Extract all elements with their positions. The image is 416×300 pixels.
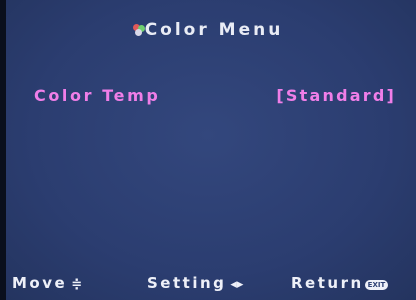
menu-item-color-temp[interactable]: Color Temp [Standard]	[0, 86, 416, 110]
color-temp-label: Color Temp	[34, 86, 161, 105]
left-right-arrows-icon: ◂▸	[230, 277, 244, 292]
return-hint: Return EXIT	[291, 274, 389, 292]
exit-button-icon: EXIT	[364, 280, 389, 290]
setting-hint: Setting ◂▸	[147, 274, 243, 292]
osd-screen: Color Menu Color Temp [Standard] Move ≑ S…	[0, 0, 416, 300]
menu-title: Color Menu	[0, 20, 416, 40]
color-palette-icon	[132, 24, 145, 36]
footer-hints: Move ≑ Setting ◂▸ Return EXIT	[0, 274, 416, 296]
menu-title-text: Color Menu	[144, 20, 284, 40]
move-hint: Move ≑	[12, 274, 82, 292]
setting-label: Setting	[147, 274, 227, 292]
move-label: Move	[12, 274, 68, 292]
return-label: Return	[291, 274, 364, 292]
up-down-arrows-icon: ≑	[71, 277, 83, 292]
color-temp-value[interactable]: [Standard]	[276, 86, 396, 105]
screen-bezel	[0, 0, 6, 300]
